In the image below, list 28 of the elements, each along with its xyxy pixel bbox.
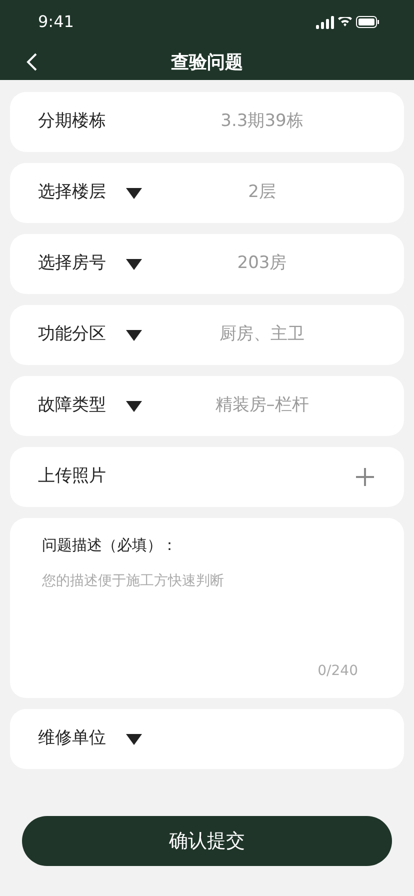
field-value: 厨房、主卫 [218, 323, 306, 346]
field-value: 2层 [247, 181, 277, 204]
field-value: 3.3期39栋 [220, 110, 304, 134]
caret-icon [126, 734, 142, 744]
field-value: 精装房–栏杆 [214, 394, 310, 418]
field-value: 203房 [236, 252, 288, 276]
caret-icon [126, 258, 142, 270]
signal-icon [316, 16, 334, 28]
field-label: 分期楼栋 [38, 110, 106, 134]
description-field[interactable]: 问题描述（必填）： 您的描述便于施工方快速判断 0/240 [10, 518, 404, 698]
submit-button[interactable]: 确认提交 [22, 816, 392, 866]
field-label: 维修单位 [38, 727, 106, 750]
wifi-icon [338, 17, 352, 27]
status-time: 9:41 [38, 11, 74, 33]
field-label: 故障类型 [38, 394, 106, 418]
caret-icon [126, 330, 142, 340]
field-label: 功能分区 [38, 323, 106, 346]
caret-icon [126, 188, 142, 198]
character-counter: 0/240 [318, 662, 358, 681]
battery-icon [356, 16, 380, 28]
back-icon[interactable] [26, 52, 38, 72]
field-label: 选择楼层 [38, 181, 106, 204]
field-label: 选择房号 [38, 252, 106, 276]
page-title: 查验问题 [171, 50, 243, 74]
add-icon[interactable] [356, 468, 374, 486]
field-label: 上传照片 [38, 465, 106, 488]
field-label: 问题描述（必填）： [42, 535, 178, 556]
caret-icon [126, 400, 142, 412]
